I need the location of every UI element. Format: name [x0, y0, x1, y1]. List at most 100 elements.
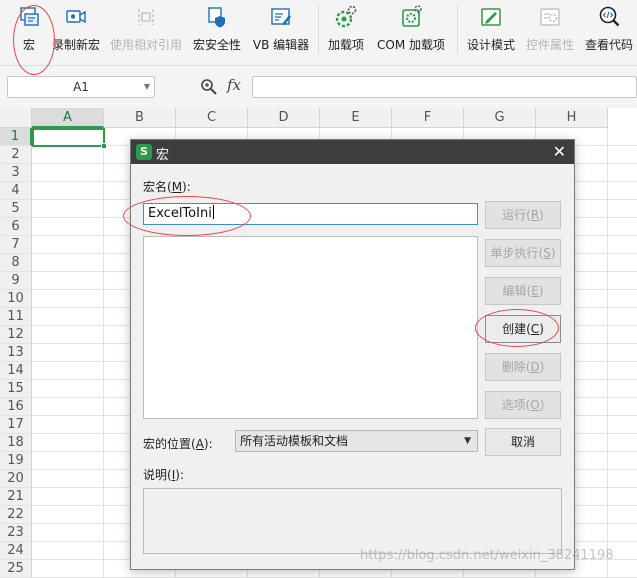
chevron-down-icon: ▼	[464, 436, 471, 446]
fill-handle[interactable]	[101, 143, 107, 149]
macro-security-icon	[204, 4, 230, 30]
row-header[interactable]: 21	[0, 488, 32, 506]
control-properties-icon	[537, 4, 563, 30]
com-addins-button[interactable]: COM 加载项	[374, 4, 448, 58]
macro-button[interactable]: 宏	[12, 4, 46, 58]
column-header[interactable]: C	[176, 108, 248, 128]
com-addins-icon	[398, 4, 424, 30]
control-properties-label: 控件属性	[525, 38, 574, 52]
description-label: 说明(I):	[143, 468, 184, 482]
text-caret	[212, 205, 214, 219]
watermark: https://blog.csdn.net/weixin_38241198	[360, 548, 614, 563]
macro-dialog: S 宏 ✕ 宏名(M): ExcelToIni 运行(R) 单步执行(S) 编辑…	[130, 139, 575, 570]
row-header[interactable]: 17	[0, 416, 32, 434]
macro-name-input[interactable]: ExcelToIni	[143, 203, 478, 225]
record-macro-button[interactable]: 录制新宏	[50, 4, 102, 58]
name-box-value: A1	[73, 80, 89, 94]
view-code-button[interactable]: 查看代码	[583, 4, 635, 58]
fx-icon[interactable]: fx	[227, 76, 241, 94]
column-header[interactable]: A	[32, 108, 104, 128]
row-header[interactable]: 12	[0, 326, 32, 344]
row-header[interactable]: 5	[0, 200, 32, 218]
row-header[interactable]: 8	[0, 254, 32, 272]
macro-name-value: ExcelToIni	[148, 206, 212, 221]
row-header[interactable]: 25	[0, 560, 32, 578]
dialog-title: 宏	[156, 148, 170, 163]
macro-name-label: 宏名(M):	[143, 180, 191, 194]
row-header[interactable]: 13	[0, 344, 32, 362]
step-into-button[interactable]: 单步执行(S)	[485, 239, 561, 267]
ribbon-separator	[457, 6, 458, 54]
wps-logo-icon: S	[136, 144, 152, 160]
column-header[interactable]: G	[464, 108, 536, 128]
row-header[interactable]: 4	[0, 182, 32, 200]
formula-bar: A1 ▼ fx	[0, 66, 637, 108]
macro-button-label: 宏	[22, 38, 35, 52]
delete-button[interactable]: 删除(D)	[485, 353, 561, 381]
close-icon[interactable]: ✕	[553, 142, 566, 161]
row-header[interactable]: 22	[0, 506, 32, 524]
row-header[interactable]: 10	[0, 290, 32, 308]
row-header[interactable]: 19	[0, 452, 32, 470]
column-header[interactable]: E	[320, 108, 392, 128]
macro-security-label: 宏安全性	[192, 38, 241, 52]
row-header[interactable]: 11	[0, 308, 32, 326]
vb-editor-icon	[268, 4, 294, 30]
view-code-label: 查看代码	[584, 38, 633, 52]
zoom-search-icon[interactable]	[200, 78, 218, 96]
ribbon-toolbar: 宏 录制新宏 使用相对引用 宏安全性 VB 编辑器 加载项 COM 加载项 设计…	[0, 0, 637, 66]
view-code-icon	[596, 4, 622, 30]
macro-location-label: 宏的位置(A):	[143, 437, 213, 451]
row-header[interactable]: 6	[0, 218, 32, 236]
column-header[interactable]: D	[248, 108, 320, 128]
run-button[interactable]: 运行(R)	[485, 201, 561, 229]
column-header[interactable]: B	[104, 108, 176, 128]
column-header[interactable]: F	[392, 108, 464, 128]
description-box	[143, 488, 562, 554]
addins-icon	[333, 4, 359, 30]
com-addins-label: COM 加载项	[377, 38, 445, 52]
edit-button[interactable]: 编辑(E)	[485, 277, 561, 305]
macro-list[interactable]	[143, 236, 478, 419]
row-header[interactable]: 20	[0, 470, 32, 488]
addins-button[interactable]: 加载项	[326, 4, 366, 58]
control-properties-button[interactable]: 控件属性	[524, 4, 576, 58]
cancel-button[interactable]: 取消	[485, 428, 561, 456]
design-mode-button[interactable]: 设计模式	[465, 4, 517, 58]
record-macro-label: 录制新宏	[51, 38, 100, 52]
selected-cell-a1[interactable]	[32, 128, 107, 149]
row-header[interactable]: 2	[0, 146, 32, 164]
relative-reference-label: 使用相对引用	[109, 38, 182, 52]
row-header[interactable]: 7	[0, 236, 32, 254]
ribbon-separator	[318, 6, 319, 54]
row-header[interactable]: 1	[0, 128, 32, 146]
row-header[interactable]: 15	[0, 380, 32, 398]
row-header[interactable]: 9	[0, 272, 32, 290]
row-header[interactable]: 3	[0, 164, 32, 182]
relative-reference-button[interactable]: 使用相对引用	[108, 4, 184, 58]
select-all-corner[interactable]	[0, 108, 32, 128]
design-mode-label: 设计模式	[466, 38, 515, 52]
relative-reference-icon	[133, 4, 159, 30]
formula-input[interactable]	[252, 76, 637, 98]
row-header[interactable]: 16	[0, 398, 32, 416]
dialog-titlebar[interactable]: S 宏 ✕	[131, 140, 574, 164]
options-button[interactable]: 选项(O)	[485, 391, 561, 419]
macro-security-button[interactable]: 宏安全性	[192, 4, 242, 58]
row-header[interactable]: 18	[0, 434, 32, 452]
vb-editor-button[interactable]: VB 编辑器	[250, 4, 312, 58]
design-mode-icon	[478, 4, 504, 30]
macro-location-value: 所有活动模板和文档	[240, 434, 349, 448]
vb-editor-label: VB 编辑器	[252, 38, 310, 52]
record-macro-icon	[63, 4, 89, 30]
row-header[interactable]: 14	[0, 362, 32, 380]
create-button[interactable]: 创建(C)	[485, 315, 561, 343]
name-box[interactable]: A1 ▼	[7, 76, 155, 98]
addins-label: 加载项	[327, 38, 364, 52]
row-header[interactable]: 24	[0, 542, 32, 560]
chevron-down-icon[interactable]: ▼	[144, 77, 150, 97]
macro-location-select[interactable]: 所有活动模板和文档 ▼	[235, 430, 478, 452]
macro-icon	[16, 4, 42, 30]
row-header[interactable]: 23	[0, 524, 32, 542]
column-header[interactable]: H	[536, 108, 608, 128]
